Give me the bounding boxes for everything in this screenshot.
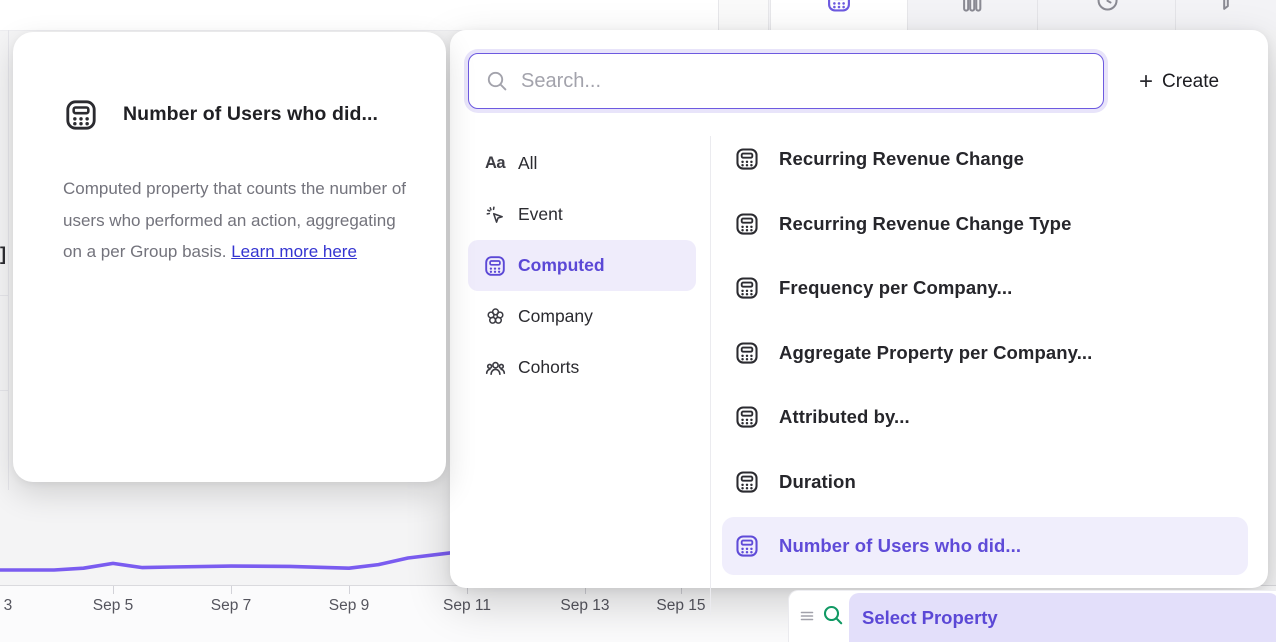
property-item[interactable]: Attributed by... xyxy=(722,388,1248,446)
category-list: Aa All Event Computed Company xyxy=(468,138,696,393)
property-label: Recurring Revenue Change Type xyxy=(779,213,1071,235)
axis-label: Sep 3 xyxy=(0,597,32,615)
search-box[interactable] xyxy=(468,53,1104,109)
property-item[interactable]: Recurring Revenue Change Type xyxy=(722,195,1248,253)
property-label: Recurring Revenue Change xyxy=(779,148,1024,170)
calculator-icon xyxy=(734,533,760,559)
create-button-label: Create xyxy=(1162,71,1219,93)
tab-divider xyxy=(1175,0,1176,30)
top-header-strip xyxy=(0,0,719,31)
background-row-border xyxy=(0,295,8,296)
learn-more-link[interactable]: Learn more here xyxy=(231,242,357,261)
background-row-border xyxy=(0,390,8,391)
view-tab-bar xyxy=(769,0,1276,30)
calculator-icon xyxy=(734,340,760,366)
history-icon xyxy=(1093,0,1120,14)
clipped-text-fragment: ] xyxy=(0,244,14,265)
panel-divider xyxy=(710,136,711,615)
search-icon xyxy=(821,603,845,627)
tab-chart-view[interactable] xyxy=(906,0,1037,30)
axis-label: Sep 15 xyxy=(641,597,721,615)
create-button[interactable]: + Create xyxy=(1133,63,1253,101)
funnel-icon xyxy=(1213,0,1240,14)
axis-label: Sep 9 xyxy=(309,597,389,615)
tab-history-view[interactable] xyxy=(1038,0,1175,30)
category-item-all[interactable]: Aa All xyxy=(468,138,696,189)
category-item-cohorts[interactable]: Cohorts xyxy=(468,342,696,393)
property-label: Duration xyxy=(779,471,856,493)
aa-icon: Aa xyxy=(483,152,507,176)
tooltip-title: Number of Users who did... xyxy=(123,103,423,126)
category-label: All xyxy=(518,153,537,174)
category-item-computed[interactable]: Computed xyxy=(468,240,696,291)
cohorts-people-icon xyxy=(483,356,507,380)
category-label: Company xyxy=(518,306,593,327)
drag-handle-icon[interactable] xyxy=(799,608,815,624)
property-item-selected[interactable]: Number of Users who did... xyxy=(722,517,1248,575)
select-property-label: Select Property xyxy=(862,607,998,629)
category-item-event[interactable]: Event xyxy=(468,189,696,240)
company-flower-icon xyxy=(483,305,507,329)
calculator-icon xyxy=(63,97,99,133)
category-item-company[interactable]: Company xyxy=(468,291,696,342)
search-input[interactable] xyxy=(519,69,1103,94)
plus-icon: + xyxy=(1139,70,1153,94)
tab-divider xyxy=(1037,0,1038,30)
property-item[interactable]: Frequency per Company... xyxy=(722,259,1248,317)
calculator-icon xyxy=(734,275,760,301)
search-icon xyxy=(485,69,509,93)
property-label: Aggregate Property per Company... xyxy=(779,342,1092,364)
property-item[interactable]: Aggregate Property per Company... xyxy=(722,324,1248,382)
property-label: Number of Users who did... xyxy=(779,535,1021,557)
query-builder-row: Select Property xyxy=(788,590,1276,642)
category-label: Computed xyxy=(518,255,605,276)
bar-chart-icon xyxy=(958,0,985,14)
calculator-icon xyxy=(826,0,853,14)
property-item[interactable]: Recurring Revenue Change xyxy=(722,130,1248,188)
axis-label: Sep 5 xyxy=(73,597,153,615)
calculator-icon xyxy=(734,211,760,237)
screen: ] Sep 3 Sep 5 Sep 7 Sep 9 Sep 11 Sep 13 … xyxy=(0,0,1276,642)
axis-label: Sep 11 xyxy=(427,597,507,615)
calculator-icon xyxy=(483,254,507,278)
calculator-icon xyxy=(734,404,760,430)
property-label: Attributed by... xyxy=(779,406,910,428)
category-label: Event xyxy=(518,204,563,225)
calculator-icon xyxy=(734,146,760,172)
axis-label: Sep 13 xyxy=(545,597,625,615)
tooltip-description: Computed property that counts the number… xyxy=(63,173,415,268)
property-list: Recurring Revenue Change Recurring Reven… xyxy=(722,130,1248,582)
calculator-icon xyxy=(734,469,760,495)
select-property-dropdown[interactable]: Select Property xyxy=(849,593,1276,642)
property-item[interactable]: Duration xyxy=(722,453,1248,511)
top-header-gap xyxy=(719,0,769,30)
category-label: Cohorts xyxy=(518,357,579,378)
tab-table-view[interactable] xyxy=(770,0,908,30)
property-tooltip-card: Number of Users who did... Computed prop… xyxy=(13,32,446,482)
cursor-sparkle-icon xyxy=(483,203,507,227)
property-picker-panel: + Create Aa All Event Computed xyxy=(450,30,1268,588)
tab-funnel-view[interactable] xyxy=(1176,0,1276,30)
property-label: Frequency per Company... xyxy=(779,277,1012,299)
axis-label: Sep 7 xyxy=(191,597,271,615)
